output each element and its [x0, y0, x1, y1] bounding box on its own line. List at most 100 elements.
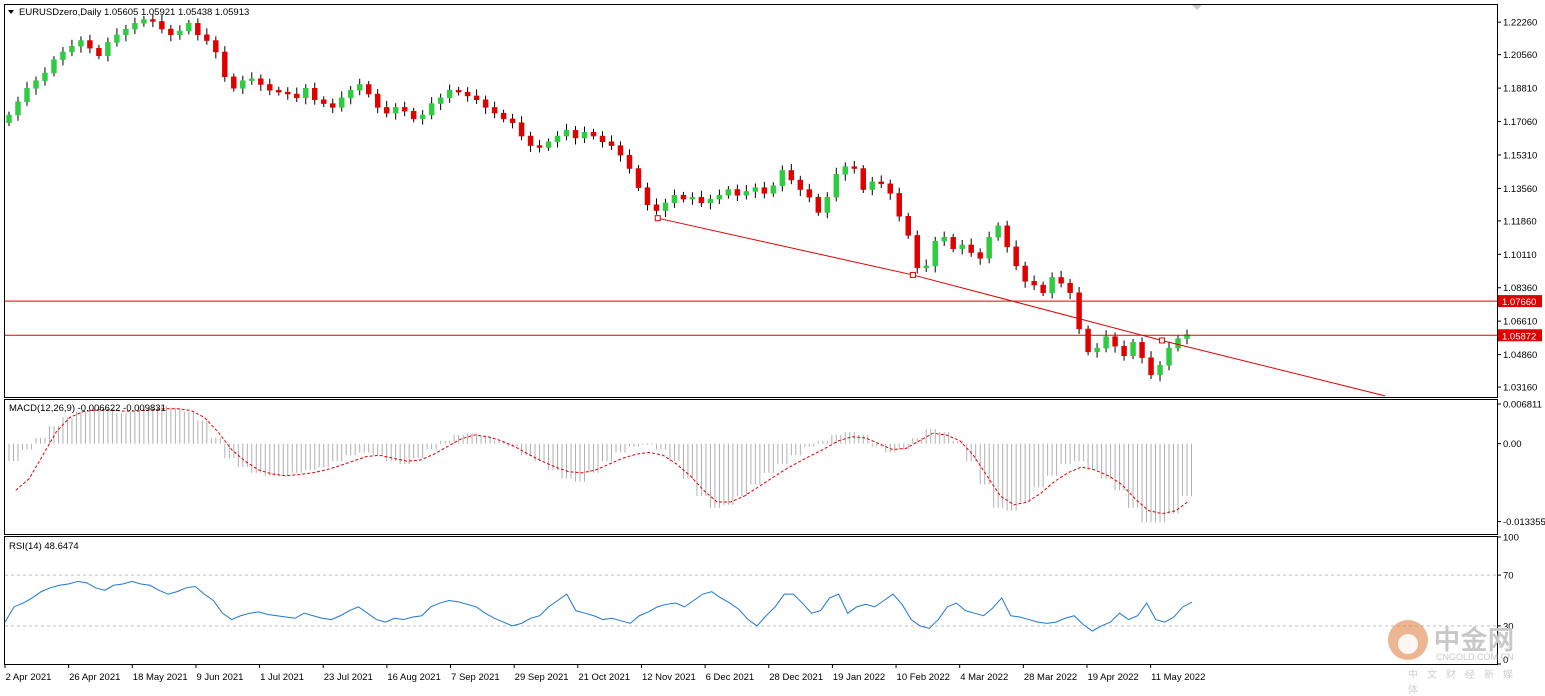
candle-body [914, 235, 920, 269]
price-tick-label: 1.22260 [1503, 18, 1537, 29]
candle-body [1175, 338, 1181, 349]
candle-body [195, 23, 201, 36]
candle-body [491, 107, 498, 114]
candle-body [410, 110, 417, 120]
candle-body [1049, 277, 1055, 293]
time-tick-label: 7 Sep 2021 [451, 672, 500, 683]
candle-body [24, 88, 30, 102]
price-tag-label: 1.07660 [1502, 297, 1536, 308]
candle-body [204, 34, 210, 41]
candle-body [941, 237, 947, 242]
candle-body [626, 154, 633, 169]
time-tick-label: 29 Sep 2021 [515, 672, 569, 683]
candle-body [338, 97, 345, 108]
cngold-logo-icon [1388, 620, 1428, 660]
time-tick-label: 12 Nov 2021 [642, 672, 696, 683]
candle-body [824, 196, 831, 213]
candle-body [249, 78, 255, 81]
watermark-domain: CNGOLD.COM.CN [1436, 652, 1514, 662]
candle-body [347, 89, 354, 99]
time-tick-label: 1 Jul 2021 [260, 672, 304, 683]
candle-body [869, 181, 875, 190]
candle-body [806, 189, 813, 198]
candle-body [671, 195, 678, 204]
macd-title: MACD(12,26,9) -0.006622 -0.009831 [9, 403, 166, 414]
trendline-anchor [654, 215, 661, 222]
candle-body [1058, 277, 1064, 284]
candle-body [464, 91, 471, 97]
time-axis: 2 Apr 2021 26 Apr 2021 18 May 2021 9 Jun 20… [4, 664, 1205, 683]
candle-body [276, 89, 282, 93]
candle-body [536, 145, 543, 148]
time-tick-label: 11 May 2022 [1151, 672, 1205, 683]
candle-body [401, 107, 408, 112]
candle-body [788, 170, 795, 181]
candle-body [1085, 328, 1091, 353]
candle-body [878, 181, 884, 185]
time-tick-label: 4 Mar 2022 [960, 672, 1008, 683]
price-tick-label: 1.06610 [1503, 317, 1537, 328]
price-tick-label: 1.03160 [1503, 383, 1537, 394]
candle-body [851, 166, 858, 169]
candle-body [905, 216, 911, 236]
candle-body [419, 114, 426, 120]
time-tick-label: 28 Mar 2022 [1024, 672, 1077, 683]
candle-body [446, 89, 453, 99]
candle-body [1130, 342, 1136, 356]
candle-body [96, 47, 102, 57]
candle-body [428, 103, 435, 116]
candle-body [986, 237, 992, 259]
candle-body [168, 28, 174, 36]
candle-body [374, 93, 381, 108]
candle-body [132, 23, 138, 30]
candle-body [1076, 292, 1082, 330]
time-tick-label: 19 Jan 2022 [833, 672, 885, 683]
time-tick-label: 10 Feb 2022 [897, 672, 950, 683]
candle-body [734, 189, 741, 196]
candle-body [635, 168, 642, 188]
symbol-header: EURUSDzero,Daily 1.05605 1.05921 1.05438… [19, 7, 249, 18]
candle-body [1112, 336, 1118, 347]
candle-body [482, 99, 489, 108]
candle-body [303, 88, 309, 99]
macd-tick-label: -0.013355 [1503, 517, 1545, 528]
candle-body [950, 237, 956, 250]
candle-body [590, 131, 597, 137]
price-tick-label: 1.13560 [1503, 184, 1537, 195]
candle-body [258, 78, 264, 85]
chart-canvas: 1.07660 1.05872 1.22260 1.20560 1.18810 1.17… [4, 4, 1545, 683]
candle-body [1067, 282, 1073, 293]
candle-body [1094, 347, 1100, 353]
candle-body [599, 135, 606, 143]
candle-body [707, 198, 714, 204]
candle-body [896, 193, 902, 217]
candle-body [1022, 265, 1028, 282]
macd-tick-label: 0.006811 [1503, 400, 1542, 411]
time-tick-label: 19 Apr 2022 [1087, 672, 1138, 683]
candle-body [383, 107, 390, 114]
candle-body [1166, 347, 1172, 366]
time-tick-label: 9 Jun 2021 [196, 672, 243, 683]
candle-body [455, 89, 462, 93]
candle-body [968, 244, 974, 253]
candle-body [231, 76, 237, 89]
candle-body [581, 131, 588, 139]
candle-body [365, 84, 372, 95]
candle-body [1013, 246, 1019, 267]
candle-body [33, 80, 39, 89]
price-tick-label: 1.04860 [1503, 350, 1537, 361]
candle-body [932, 240, 938, 267]
price-tick-label: 1.10110 [1503, 250, 1537, 261]
macd-tick-label: 0.00 [1503, 439, 1522, 450]
candle-body [770, 185, 777, 194]
candle-body [186, 23, 192, 32]
price-tick-label: 1.15310 [1503, 150, 1537, 161]
time-tick-label: 2 Apr 2021 [6, 672, 52, 683]
candle-body [321, 99, 327, 104]
candle-body [42, 72, 48, 81]
time-tick-label: 16 Aug 2021 [387, 672, 440, 683]
candle-body [1040, 284, 1046, 293]
candle-body [509, 118, 516, 123]
candle-body [1148, 357, 1154, 376]
time-tick-label: 28 Dec 2021 [769, 672, 823, 683]
